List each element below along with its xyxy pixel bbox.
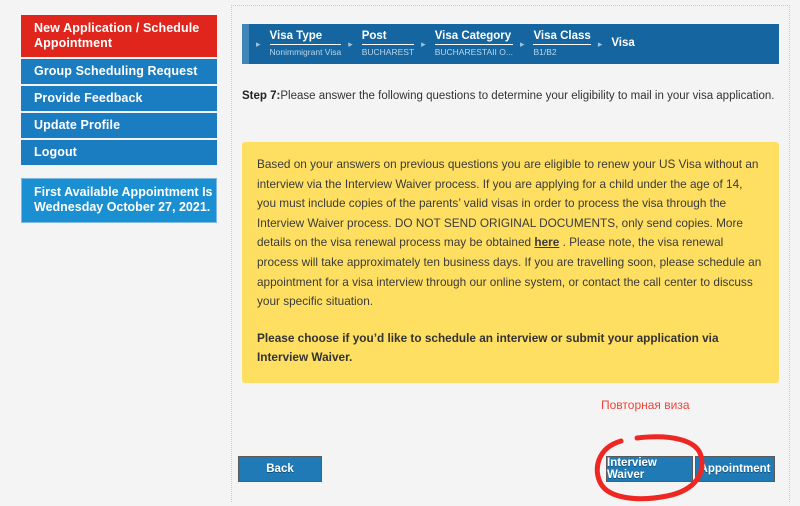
sidebar-nav: New Application / Schedule Appointment G… [21,15,217,167]
sidebar-item-provide-feedback[interactable]: Provide Feedback [21,86,217,111]
annotation-red-text: Повторная виза [601,398,690,412]
step-instruction-text: Please answer the following questions to… [280,90,775,102]
page-root: New Application / Schedule Appointment G… [0,0,800,506]
sidebar-item-group-scheduling[interactable]: Group Scheduling Request [21,59,217,84]
action-button-group: Interview Waiver Appointment [606,456,775,482]
step-number: Step 7: [242,90,281,102]
chevron-right-icon: ▸ [348,38,353,49]
first-available-appointment-text: First Available Appointment Is Wednesday… [34,185,213,214]
interview-waiver-button[interactable]: Interview Waiver [606,456,693,482]
breadcrumb-label: Visa Type [269,30,342,45]
breadcrumb-label: Visa Category [434,30,513,45]
sidebar-item-label: Logout [34,145,77,159]
eligibility-notice: Based on your answers on previous questi… [242,142,779,383]
here-link[interactable]: here [534,235,559,249]
appointment-button[interactable]: Appointment [695,456,775,482]
breadcrumb-label: Visa Class [533,30,591,45]
content-panel: ▸ Visa Type Nonimmigrant Visa ▸ Post BUC… [231,5,790,502]
interview-waiver-button-label: Interview Waiver [607,457,657,481]
step-instruction: Step 7:Please answer the following quest… [242,90,774,102]
first-available-appointment-box: First Available Appointment Is Wednesday… [21,178,217,223]
breadcrumb-value: BUCHARESTAII O... [434,47,513,57]
chevron-right-icon: ▸ [421,38,426,49]
back-button[interactable]: Back [238,456,322,482]
notice-paragraph-1: Based on your answers on previous questi… [257,155,763,312]
sidebar-item-new-application[interactable]: New Application / Schedule Appointment [21,15,217,57]
sidebar-item-label: Update Profile [34,118,121,132]
sidebar-item-logout[interactable]: Logout [21,140,217,165]
breadcrumb-step-visa-type[interactable]: ▸ Visa Type Nonimmigrant Visa [249,24,342,64]
back-button-label: Back [266,463,294,475]
chevron-right-icon: ▸ [256,38,261,49]
breadcrumb-label: Visa [611,37,635,49]
breadcrumb-value: Nonimmigrant Visa [269,47,342,57]
notice-paragraph-2: Please choose if you’d like to schedule … [257,330,719,365]
sidebar-item-update-profile[interactable]: Update Profile [21,113,217,138]
sidebar-item-label: Provide Feedback [34,91,143,105]
breadcrumb-step-visa-category[interactable]: ▸ Visa Category BUCHARESTAII O... [414,24,513,64]
breadcrumb-step-post[interactable]: ▸ Post BUCHAREST [341,24,415,64]
breadcrumb: ▸ Visa Type Nonimmigrant Visa ▸ Post BUC… [242,24,779,64]
breadcrumb-value: BUCHAREST [361,47,415,57]
chevron-right-icon: ▸ [597,38,603,49]
breadcrumb-step-visa-class[interactable]: ▸ Visa Class B1/B2 [513,24,591,64]
sidebar-item-label: Group Scheduling Request [34,64,198,78]
breadcrumb-value: B1/B2 [533,47,557,57]
appointment-button-label: Appointment [699,463,771,475]
chevron-right-icon: ▸ [519,38,525,49]
breadcrumb-step-visa[interactable]: ▸ Visa [591,24,635,64]
sidebar-item-label: New Application / Schedule Appointment [34,21,200,50]
breadcrumb-label: Post [361,30,415,45]
